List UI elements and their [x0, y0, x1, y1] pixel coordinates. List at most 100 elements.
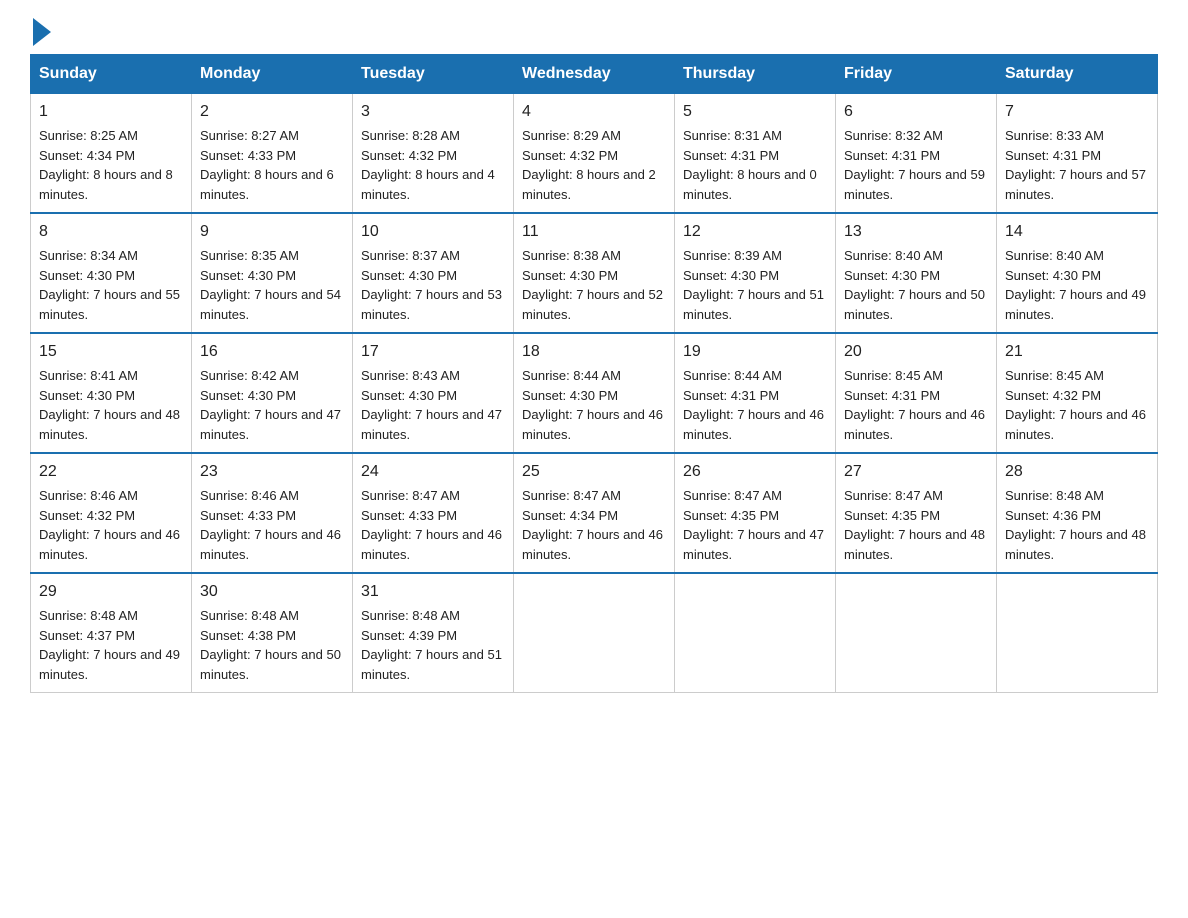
day-number: 8 [39, 220, 183, 244]
calendar-day-cell: 19 Sunrise: 8:44 AMSunset: 4:31 PMDaylig… [675, 333, 836, 453]
day-number: 11 [522, 220, 666, 244]
calendar-day-cell: 20 Sunrise: 8:45 AMSunset: 4:31 PMDaylig… [836, 333, 997, 453]
day-info: Sunrise: 8:33 AMSunset: 4:31 PMDaylight:… [1005, 128, 1146, 202]
calendar-day-cell: 24 Sunrise: 8:47 AMSunset: 4:33 PMDaylig… [353, 453, 514, 573]
calendar-day-cell: 22 Sunrise: 8:46 AMSunset: 4:32 PMDaylig… [31, 453, 192, 573]
calendar-day-cell: 31 Sunrise: 8:48 AMSunset: 4:39 PMDaylig… [353, 573, 514, 693]
calendar-day-cell: 15 Sunrise: 8:41 AMSunset: 4:30 PMDaylig… [31, 333, 192, 453]
day-number: 27 [844, 460, 988, 484]
day-number: 5 [683, 100, 827, 124]
weekday-header-tuesday: Tuesday [353, 55, 514, 94]
weekday-header-saturday: Saturday [997, 55, 1158, 94]
weekday-header-thursday: Thursday [675, 55, 836, 94]
calendar-day-cell: 6 Sunrise: 8:32 AMSunset: 4:31 PMDayligh… [836, 94, 997, 214]
day-info: Sunrise: 8:46 AMSunset: 4:32 PMDaylight:… [39, 488, 180, 562]
calendar-day-cell: 13 Sunrise: 8:40 AMSunset: 4:30 PMDaylig… [836, 213, 997, 333]
day-info: Sunrise: 8:27 AMSunset: 4:33 PMDaylight:… [200, 128, 334, 202]
day-number: 12 [683, 220, 827, 244]
calendar-day-cell: 3 Sunrise: 8:28 AMSunset: 4:32 PMDayligh… [353, 94, 514, 214]
day-number: 3 [361, 100, 505, 124]
day-info: Sunrise: 8:32 AMSunset: 4:31 PMDaylight:… [844, 128, 985, 202]
calendar-day-cell [514, 573, 675, 693]
day-info: Sunrise: 8:48 AMSunset: 4:36 PMDaylight:… [1005, 488, 1146, 562]
day-info: Sunrise: 8:44 AMSunset: 4:30 PMDaylight:… [522, 368, 663, 442]
day-info: Sunrise: 8:45 AMSunset: 4:32 PMDaylight:… [1005, 368, 1146, 442]
calendar-body: 1 Sunrise: 8:25 AMSunset: 4:34 PMDayligh… [31, 94, 1158, 693]
day-number: 25 [522, 460, 666, 484]
day-info: Sunrise: 8:39 AMSunset: 4:30 PMDaylight:… [683, 248, 824, 322]
calendar-week-row: 8 Sunrise: 8:34 AMSunset: 4:30 PMDayligh… [31, 213, 1158, 333]
calendar-day-cell: 2 Sunrise: 8:27 AMSunset: 4:33 PMDayligh… [192, 94, 353, 214]
calendar-week-row: 15 Sunrise: 8:41 AMSunset: 4:30 PMDaylig… [31, 333, 1158, 453]
calendar-week-row: 22 Sunrise: 8:46 AMSunset: 4:32 PMDaylig… [31, 453, 1158, 573]
day-number: 21 [1005, 340, 1149, 364]
calendar-week-row: 29 Sunrise: 8:48 AMSunset: 4:37 PMDaylig… [31, 573, 1158, 693]
day-info: Sunrise: 8:47 AMSunset: 4:33 PMDaylight:… [361, 488, 502, 562]
day-info: Sunrise: 8:46 AMSunset: 4:33 PMDaylight:… [200, 488, 341, 562]
calendar-day-cell: 26 Sunrise: 8:47 AMSunset: 4:35 PMDaylig… [675, 453, 836, 573]
calendar-day-cell: 25 Sunrise: 8:47 AMSunset: 4:34 PMDaylig… [514, 453, 675, 573]
calendar-week-row: 1 Sunrise: 8:25 AMSunset: 4:34 PMDayligh… [31, 94, 1158, 214]
day-number: 4 [522, 100, 666, 124]
calendar-day-cell: 29 Sunrise: 8:48 AMSunset: 4:37 PMDaylig… [31, 573, 192, 693]
day-info: Sunrise: 8:48 AMSunset: 4:39 PMDaylight:… [361, 608, 502, 682]
day-number: 6 [844, 100, 988, 124]
calendar-header: SundayMondayTuesdayWednesdayThursdayFrid… [31, 55, 1158, 94]
day-info: Sunrise: 8:48 AMSunset: 4:37 PMDaylight:… [39, 608, 180, 682]
day-number: 15 [39, 340, 183, 364]
calendar-day-cell: 7 Sunrise: 8:33 AMSunset: 4:31 PMDayligh… [997, 94, 1158, 214]
weekday-header-wednesday: Wednesday [514, 55, 675, 94]
day-number: 10 [361, 220, 505, 244]
calendar-day-cell: 1 Sunrise: 8:25 AMSunset: 4:34 PMDayligh… [31, 94, 192, 214]
day-info: Sunrise: 8:35 AMSunset: 4:30 PMDaylight:… [200, 248, 341, 322]
day-number: 18 [522, 340, 666, 364]
weekday-header-sunday: Sunday [31, 55, 192, 94]
calendar-day-cell: 16 Sunrise: 8:42 AMSunset: 4:30 PMDaylig… [192, 333, 353, 453]
weekday-header-monday: Monday [192, 55, 353, 94]
day-info: Sunrise: 8:41 AMSunset: 4:30 PMDaylight:… [39, 368, 180, 442]
calendar-day-cell: 28 Sunrise: 8:48 AMSunset: 4:36 PMDaylig… [997, 453, 1158, 573]
logo-arrow-icon [33, 18, 51, 46]
day-number: 2 [200, 100, 344, 124]
page-header [30, 20, 1158, 44]
day-info: Sunrise: 8:29 AMSunset: 4:32 PMDaylight:… [522, 128, 656, 202]
day-number: 20 [844, 340, 988, 364]
day-number: 31 [361, 580, 505, 604]
day-info: Sunrise: 8:47 AMSunset: 4:35 PMDaylight:… [683, 488, 824, 562]
calendar-day-cell: 18 Sunrise: 8:44 AMSunset: 4:30 PMDaylig… [514, 333, 675, 453]
day-number: 1 [39, 100, 183, 124]
day-info: Sunrise: 8:47 AMSunset: 4:35 PMDaylight:… [844, 488, 985, 562]
day-number: 24 [361, 460, 505, 484]
day-number: 16 [200, 340, 344, 364]
day-number: 7 [1005, 100, 1149, 124]
day-info: Sunrise: 8:38 AMSunset: 4:30 PMDaylight:… [522, 248, 663, 322]
calendar-day-cell: 23 Sunrise: 8:46 AMSunset: 4:33 PMDaylig… [192, 453, 353, 573]
day-info: Sunrise: 8:43 AMSunset: 4:30 PMDaylight:… [361, 368, 502, 442]
day-number: 30 [200, 580, 344, 604]
day-info: Sunrise: 8:48 AMSunset: 4:38 PMDaylight:… [200, 608, 341, 682]
calendar-day-cell: 11 Sunrise: 8:38 AMSunset: 4:30 PMDaylig… [514, 213, 675, 333]
day-info: Sunrise: 8:40 AMSunset: 4:30 PMDaylight:… [844, 248, 985, 322]
day-info: Sunrise: 8:34 AMSunset: 4:30 PMDaylight:… [39, 248, 180, 322]
day-number: 17 [361, 340, 505, 364]
day-number: 9 [200, 220, 344, 244]
calendar-day-cell [997, 573, 1158, 693]
day-number: 28 [1005, 460, 1149, 484]
day-info: Sunrise: 8:25 AMSunset: 4:34 PMDaylight:… [39, 128, 173, 202]
calendar-day-cell: 21 Sunrise: 8:45 AMSunset: 4:32 PMDaylig… [997, 333, 1158, 453]
day-number: 14 [1005, 220, 1149, 244]
calendar-day-cell: 27 Sunrise: 8:47 AMSunset: 4:35 PMDaylig… [836, 453, 997, 573]
calendar-day-cell [836, 573, 997, 693]
day-number: 26 [683, 460, 827, 484]
calendar-day-cell: 10 Sunrise: 8:37 AMSunset: 4:30 PMDaylig… [353, 213, 514, 333]
calendar-day-cell: 12 Sunrise: 8:39 AMSunset: 4:30 PMDaylig… [675, 213, 836, 333]
day-info: Sunrise: 8:42 AMSunset: 4:30 PMDaylight:… [200, 368, 341, 442]
day-number: 23 [200, 460, 344, 484]
calendar-day-cell: 8 Sunrise: 8:34 AMSunset: 4:30 PMDayligh… [31, 213, 192, 333]
day-info: Sunrise: 8:31 AMSunset: 4:31 PMDaylight:… [683, 128, 817, 202]
weekday-header-friday: Friday [836, 55, 997, 94]
day-info: Sunrise: 8:44 AMSunset: 4:31 PMDaylight:… [683, 368, 824, 442]
header-row: SundayMondayTuesdayWednesdayThursdayFrid… [31, 55, 1158, 94]
calendar-day-cell: 30 Sunrise: 8:48 AMSunset: 4:38 PMDaylig… [192, 573, 353, 693]
calendar-day-cell: 5 Sunrise: 8:31 AMSunset: 4:31 PMDayligh… [675, 94, 836, 214]
